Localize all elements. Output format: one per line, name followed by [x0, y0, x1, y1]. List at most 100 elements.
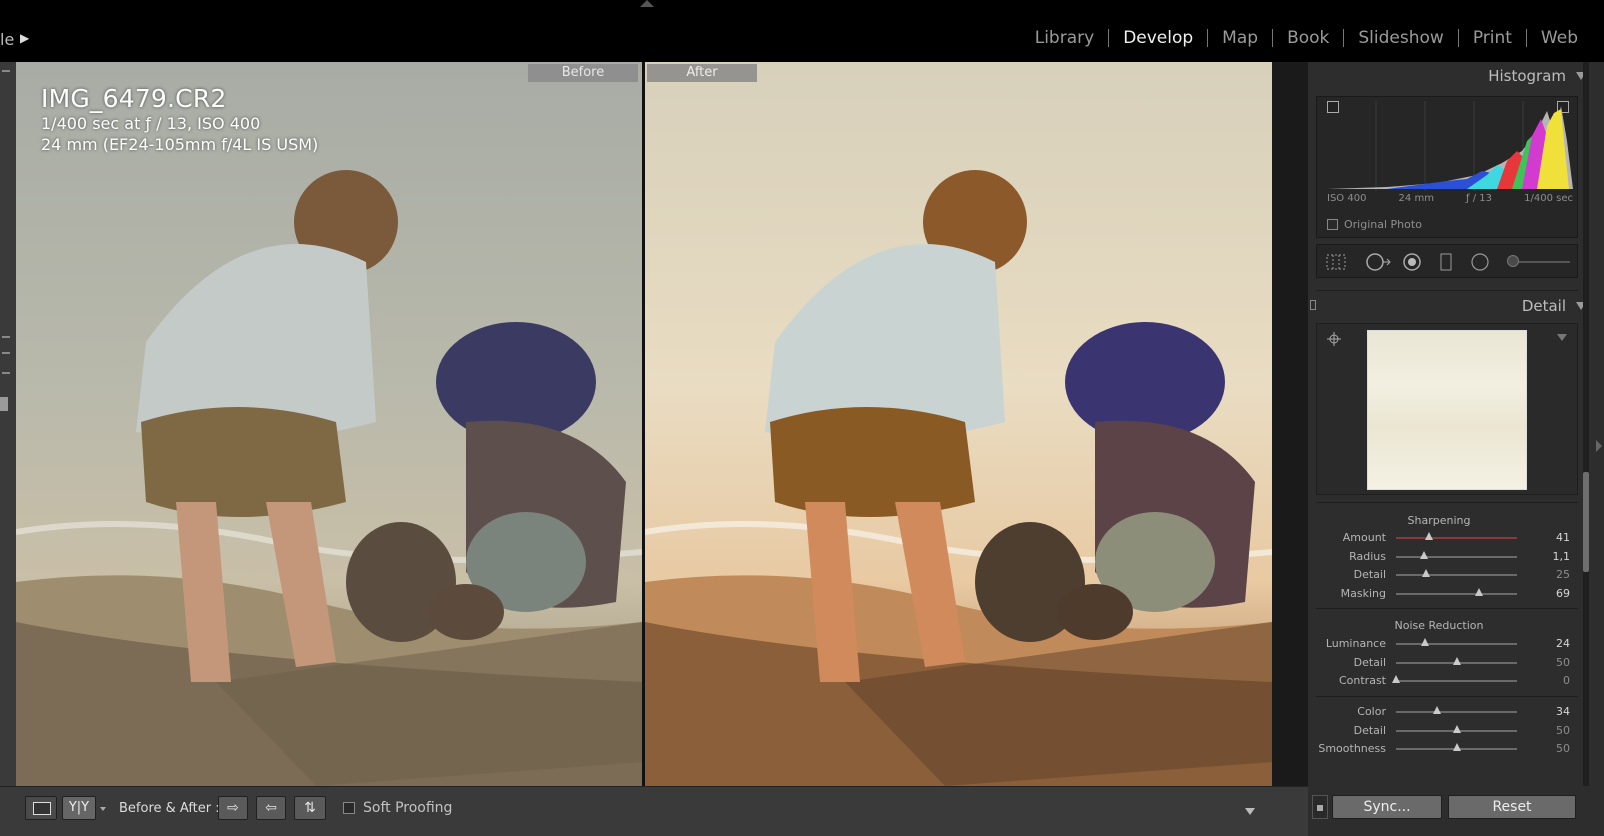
graduated-filter-icon[interactable]	[1435, 252, 1457, 272]
slider-value[interactable]: 34	[1540, 705, 1570, 718]
swap-before-after-button[interactable]: ⇅	[294, 796, 326, 820]
slider-knob[interactable]	[1392, 675, 1400, 684]
slider-value[interactable]: 69	[1540, 587, 1570, 600]
photo-lens: 24 mm (EF24-105mm f/4L IS USM)	[41, 135, 319, 154]
histogram[interactable]: ISO 400 24 mm ƒ / 13 1/400 sec Original …	[1316, 96, 1578, 238]
red-eye-icon[interactable]	[1401, 252, 1423, 272]
reset-button[interactable]: Reset	[1448, 795, 1576, 819]
slider-detail[interactable]: Detail 50	[1316, 722, 1578, 740]
after-photo[interactable]: After	[645, 62, 1272, 786]
module-library[interactable]: Library	[1021, 28, 1108, 48]
slider-amount[interactable]: Amount 41	[1316, 529, 1578, 547]
slider-color[interactable]: Color 34	[1316, 703, 1578, 721]
crop-overlay-icon[interactable]	[1325, 252, 1347, 272]
slider-track[interactable]	[1396, 574, 1517, 577]
slider-knob[interactable]	[1452, 743, 1461, 752]
detail-zoom-preview[interactable]	[1367, 330, 1527, 490]
slider-value[interactable]: 50	[1540, 656, 1570, 669]
sharpening-title: Sharpening	[1407, 514, 1471, 527]
spot-removal-icon[interactable]	[1364, 252, 1392, 272]
slider-value[interactable]: 50	[1540, 742, 1570, 755]
slider-track[interactable]	[1396, 680, 1517, 683]
module-web[interactable]: Web	[1527, 28, 1592, 48]
original-photo-toggle[interactable]: Original Photo	[1327, 218, 1422, 231]
slider-value[interactable]: 25	[1540, 568, 1570, 581]
slider-label: Smoothness	[1318, 742, 1386, 756]
slider-knob[interactable]	[1433, 706, 1442, 714]
after-label: After	[647, 64, 757, 82]
slider-knob[interactable]	[1475, 587, 1484, 596]
before-after-view-button[interactable]: Y|Y	[62, 796, 96, 820]
sync-button[interactable]: Sync...	[1332, 795, 1442, 819]
slider-radius[interactable]: Radius 1,1	[1316, 548, 1578, 566]
soft-proofing-toggle[interactable]: Soft Proofing	[343, 800, 452, 816]
left-scroll-thumb[interactable]	[0, 397, 8, 411]
arrow-left-icon: ⇦	[265, 800, 277, 816]
module-print[interactable]: Print	[1459, 28, 1526, 48]
preview-options-triangle-icon[interactable]	[1557, 334, 1567, 341]
right-panel-scrollbar[interactable]	[1583, 62, 1589, 786]
toolbar-menu-triangle-icon[interactable]	[1245, 808, 1255, 815]
view-mode-dropdown-icon[interactable]	[100, 807, 106, 811]
module-map[interactable]: Map	[1208, 28, 1272, 48]
bottom-toolbar: Y|Y Before & After : ⇨ ⇦ ⇅ Soft Proofing	[0, 786, 1308, 836]
detail-header[interactable]: Detail	[1308, 292, 1594, 322]
slider-value[interactable]: 24	[1540, 637, 1570, 650]
slider-value[interactable]: 0	[1540, 674, 1570, 687]
slider-detail[interactable]: Detail 25	[1316, 566, 1578, 584]
copy-before-to-after-button[interactable]: ⇨	[218, 796, 248, 820]
slider-contrast[interactable]: Contrast 0	[1316, 672, 1578, 690]
slider-value[interactable]: 41	[1540, 531, 1570, 544]
module-develop[interactable]: Develop	[1109, 28, 1207, 48]
slider-label: Detail	[1353, 655, 1386, 669]
module-nav: Library Develop Map Book Slideshow Print…	[1021, 28, 1592, 48]
left-panel-collapsed-edge[interactable]	[0, 62, 16, 786]
slider-masking[interactable]: Masking 69	[1316, 585, 1578, 603]
detail-title: Detail	[1521, 297, 1566, 315]
soft-proofing-checkbox[interactable]	[343, 802, 355, 814]
right-edge-arrow-icon[interactable]	[1596, 440, 1602, 452]
edge-notch	[2, 70, 10, 72]
slider-label: Luminance	[1325, 637, 1386, 650]
loupe-view-button[interactable]	[25, 796, 57, 820]
before-photo[interactable]: Before IMG_6479.CR2 1/400 sec at ƒ / 13,…	[16, 62, 642, 786]
noise-reduction-title: Noise Reduction	[1394, 619, 1484, 632]
edge-notch	[2, 352, 10, 354]
slider-label: Detail	[1353, 568, 1386, 582]
brush-slider-track[interactable]	[1512, 261, 1570, 263]
slider-value[interactable]: 50	[1540, 724, 1570, 737]
adjustment-brush-icon[interactable]	[1507, 255, 1519, 267]
before-after-view: Before IMG_6479.CR2 1/400 sec at ƒ / 13,…	[16, 62, 1308, 786]
slider-label: Detail	[1353, 723, 1386, 737]
play-triangle-icon[interactable]: ▶	[20, 31, 29, 45]
panel-divider	[1316, 696, 1578, 697]
slider-track[interactable]	[1396, 555, 1517, 558]
slider-track[interactable]	[1396, 537, 1517, 539]
auto-sync-switch[interactable]	[1312, 795, 1328, 819]
slider-label: Masking	[1340, 586, 1386, 600]
panel-solo-switch-icon[interactable]	[1310, 300, 1316, 310]
panel-toggle-top-icon[interactable]	[640, 0, 654, 7]
histogram-header[interactable]: Histogram	[1308, 62, 1594, 92]
slider-knob[interactable]	[1452, 656, 1461, 665]
swap-arrows-icon: ⇅	[304, 800, 316, 816]
radial-filter-icon[interactable]	[1469, 252, 1491, 272]
slider-track[interactable]	[1396, 592, 1517, 595]
slider-knob[interactable]	[1424, 532, 1433, 540]
slider-knob[interactable]	[1421, 638, 1430, 646]
module-book[interactable]: Book	[1273, 28, 1343, 48]
slider-track[interactable]	[1396, 711, 1517, 713]
original-photo-checkbox[interactable]	[1327, 219, 1338, 230]
slider-value[interactable]: 1,1	[1540, 550, 1571, 563]
slider-luminance[interactable]: Luminance 24	[1316, 635, 1578, 653]
slider-detail[interactable]: Detail 50	[1316, 654, 1578, 672]
target-adjustment-icon[interactable]	[1327, 332, 1341, 346]
module-slideshow[interactable]: Slideshow	[1344, 28, 1457, 48]
slider-knob[interactable]	[1419, 550, 1428, 559]
slider-track[interactable]	[1396, 643, 1517, 645]
copy-after-to-before-button[interactable]: ⇦	[256, 796, 286, 820]
right-panel-scroll-thumb[interactable]	[1583, 472, 1589, 572]
slider-knob[interactable]	[1422, 569, 1431, 578]
slider-knob[interactable]	[1452, 724, 1461, 733]
slider-smoothness[interactable]: Smoothness 50	[1316, 740, 1578, 758]
